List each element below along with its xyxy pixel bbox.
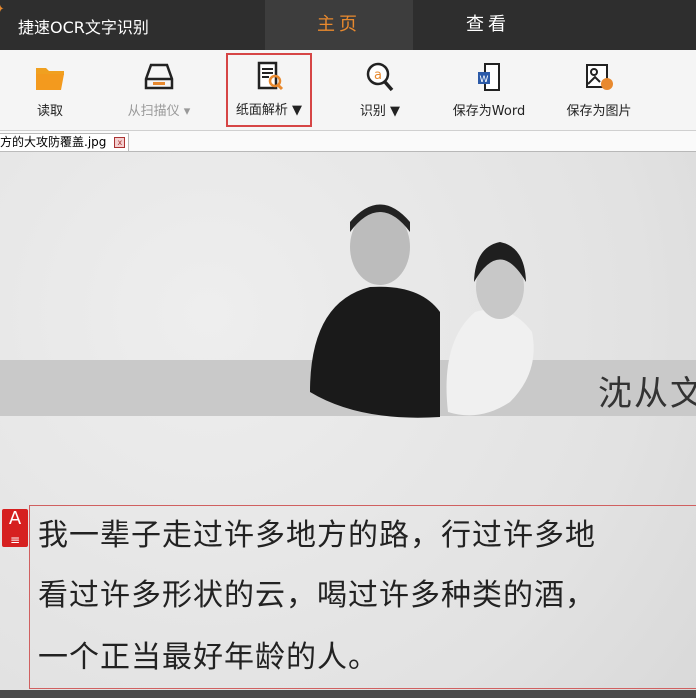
text-line-1: 我一辈子走过许多地方的路，行过许多地 [38, 518, 596, 553]
document-tab-strip: 方的大攻防覆盖.jpg x [0, 131, 696, 152]
caption-text: 沈从文 [598, 374, 696, 414]
document-search-icon [257, 61, 284, 91]
open-button[interactable]: 读取 [20, 56, 80, 126]
paper-parse-button[interactable]: 纸面解析 ▼ [226, 53, 312, 127]
word-icon: W [478, 63, 500, 91]
image-export-icon [586, 64, 613, 90]
folder-icon [36, 68, 64, 90]
title-bar: ✦ 捷速OCR文字识别 主页 查看 [0, 0, 696, 50]
tab-home[interactable]: 主页 [265, 0, 413, 50]
close-tab-icon[interactable]: x [114, 137, 126, 148]
badge-letter: A [8, 508, 22, 529]
lines-icon: ≡ [9, 533, 21, 547]
from-scanner-button[interactable]: 从扫描仪 ▾ [118, 56, 200, 126]
text-line-3: 一个正当最好年龄的人。 [38, 640, 379, 675]
ribbon-toolbar: 读取 从扫描仪 ▾ 纸面解析 ▼ a 识别 ▼ W 保存为Word 保存为图片 … [0, 50, 696, 155]
recognize-button[interactable]: a 识别 ▼ [350, 56, 410, 126]
paper-parse-label: 纸面解析 ▼ [235, 103, 303, 118]
text-region-selection[interactable]: 我一辈子走过许多地方的路，行过许多地 看过许多形状的云，喝过许多种类的酒， 一个… [29, 505, 696, 689]
text-region-badge[interactable]: A ≡ [2, 509, 28, 547]
document-tab-label: 方的大攻防覆盖.jpg [0, 135, 107, 149]
save-as-image-label: 保存为图片 [566, 104, 632, 119]
recognize-label: 识别 ▼ [359, 104, 401, 119]
scanner-icon [144, 63, 174, 90]
app-logo-icon: ✦ [0, 4, 5, 15]
tab-view[interactable]: 查看 [413, 0, 563, 50]
draw-button[interactable]: 画 [676, 56, 696, 155]
svg-text:a: a [374, 68, 382, 83]
svg-text:W: W [480, 75, 489, 85]
from-scanner-label: 从扫描仪 ▾ [127, 104, 191, 119]
document-tab[interactable]: 方的大攻防覆盖.jpg x [0, 133, 130, 152]
status-bar [0, 690, 696, 698]
app-title: 捷速OCR文字识别 [18, 18, 149, 37]
recognize-magnifier-icon: a [366, 62, 394, 92]
photo-portrait [310, 204, 534, 418]
save-as-word-button[interactable]: W 保存为Word [446, 56, 532, 126]
save-as-word-label: 保存为Word [452, 104, 526, 119]
open-label: 读取 [36, 104, 63, 119]
image-canvas: 沈从文 A ≡ 我一辈子走过许多地方的路，行过许多地 看过许多形状的云，喝过许多种… [0, 152, 696, 690]
text-line-2: 看过许多形状的云，喝过许多种类的酒， [38, 578, 596, 613]
save-as-image-button[interactable]: 保存为图片 [560, 56, 638, 126]
